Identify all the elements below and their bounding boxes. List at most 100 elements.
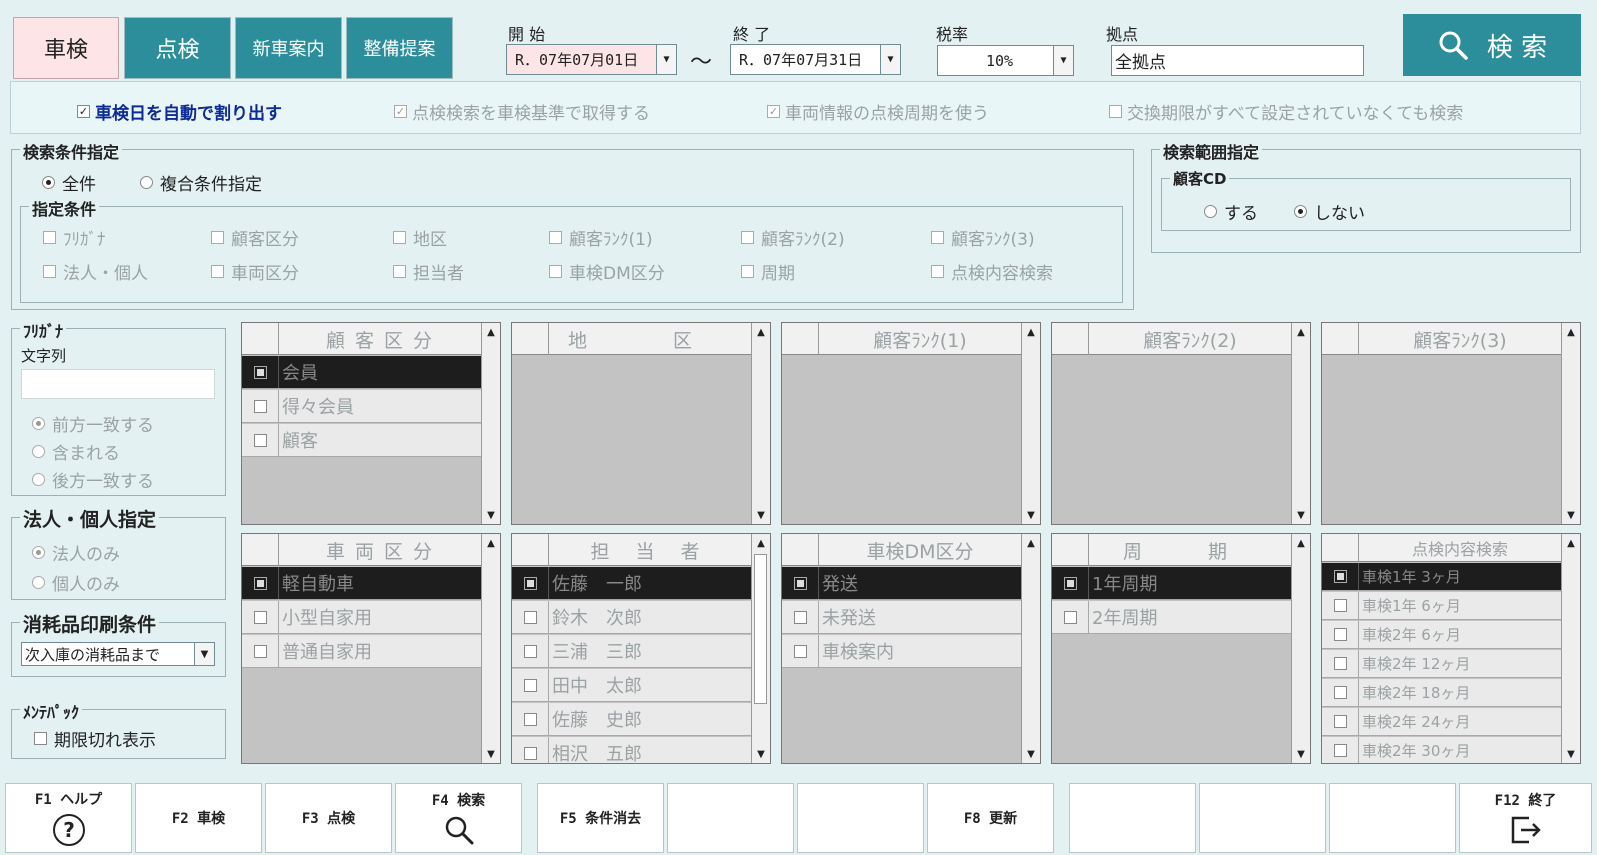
rank2-list[interactable]: 顧客ﾗﾝｸ(2) ▲ ▼ — [1051, 322, 1311, 525]
list-item[interactable]: 会員 — [242, 356, 482, 389]
checkbox[interactable] — [211, 231, 224, 244]
list-item[interactable]: 車検1年 3ヶ月 — [1322, 563, 1562, 591]
radio-button[interactable] — [1294, 205, 1307, 218]
consumables-select[interactable]: 次入庫の消耗品まで ▼ — [21, 642, 215, 666]
checkbox[interactable] — [523, 576, 537, 590]
f12-exit-button[interactable]: F12 終了 — [1459, 783, 1592, 853]
list-item[interactable]: 得々会員 — [242, 390, 482, 423]
radio-button[interactable] — [42, 176, 55, 189]
f1-help-button[interactable]: F1 ヘルプ ? — [5, 783, 132, 853]
end-date-select[interactable]: R．07年07月31日 ▼ — [730, 44, 901, 75]
checkbox[interactable] — [1063, 576, 1077, 590]
checkbox[interactable] — [793, 576, 807, 590]
checkbox[interactable]: ✓ — [77, 105, 90, 118]
scrollbar[interactable]: ▲ ▼ — [1291, 323, 1310, 524]
radio-button[interactable] — [140, 176, 153, 189]
scroll-up-icon[interactable]: ▲ — [752, 323, 770, 341]
radio-button[interactable] — [32, 445, 45, 458]
scroll-down-icon[interactable]: ▼ — [1292, 745, 1310, 763]
checkbox[interactable] — [1333, 599, 1347, 612]
cond-customer-class[interactable]: 顧客区分 — [211, 225, 299, 250]
scrollbar[interactable]: ▲ ▼ — [1561, 323, 1580, 524]
scroll-down-icon[interactable]: ▼ — [482, 745, 500, 763]
f9-button[interactable] — [1069, 783, 1196, 853]
list-item[interactable]: 相沢 五郎 — [512, 737, 752, 763]
radio-prefix-match[interactable]: 前方一致する — [32, 411, 154, 436]
tab-maintenance-proposal[interactable]: 整備提案 — [346, 17, 453, 79]
scroll-up-icon[interactable]: ▲ — [1292, 323, 1310, 341]
rank3-list[interactable]: 顧客ﾗﾝｸ(3) ▲ ▼ — [1321, 322, 1581, 525]
list-item[interactable]: 2年周期 — [1052, 601, 1292, 634]
scroll-up-icon[interactable]: ▲ — [482, 323, 500, 341]
list-item[interactable]: 車検2年 18ヶ月 — [1322, 679, 1562, 707]
list-item[interactable]: 三浦 三郎 — [512, 635, 752, 668]
radio-button[interactable] — [1204, 205, 1217, 218]
checkbox[interactable] — [549, 265, 562, 278]
scrollbar[interactable]: ▲ ▼ — [1021, 534, 1040, 763]
expired-display-checkbox[interactable]: 期限切れ表示 — [34, 726, 156, 751]
rank1-list[interactable]: 顧客ﾗﾝｸ(1) ▲ ▼ — [781, 322, 1041, 525]
checkbox[interactable] — [1333, 715, 1347, 728]
chevron-down-icon[interactable]: ▼ — [656, 45, 676, 74]
cond-cycle[interactable]: 周期 — [741, 259, 795, 284]
f10-button[interactable] — [1199, 783, 1326, 853]
checkbox[interactable] — [1333, 744, 1347, 757]
checkbox[interactable] — [523, 644, 537, 658]
scroll-down-icon[interactable]: ▼ — [1292, 506, 1310, 524]
f8-update-button[interactable]: F8 更新 — [927, 783, 1054, 853]
chevron-down-icon[interactable]: ▼ — [880, 45, 900, 74]
radio-suffix-match[interactable]: 後方一致する — [32, 467, 154, 492]
scroll-up-icon[interactable]: ▲ — [1562, 534, 1580, 552]
list-item[interactable]: 車検2年 6ヶ月 — [1322, 621, 1562, 649]
checkbox[interactable] — [741, 231, 754, 244]
radio-range-no[interactable]: しない — [1294, 199, 1365, 224]
scrollbar[interactable]: ▲ ▼ — [481, 323, 500, 524]
scroll-up-icon[interactable]: ▲ — [1292, 534, 1310, 552]
scroll-up-icon[interactable]: ▲ — [1022, 323, 1040, 341]
radio-button[interactable] — [32, 546, 45, 559]
checkbox[interactable] — [1333, 686, 1347, 699]
tab-new-car-info[interactable]: 新車案内 — [235, 17, 342, 79]
checkbox[interactable] — [34, 732, 47, 745]
scrollbar[interactable]: ▲ ▼ — [1291, 534, 1310, 763]
checkbox[interactable] — [931, 265, 944, 278]
scrollbar[interactable]: ▲ ▼ — [1561, 534, 1580, 763]
list-item[interactable]: 車検1年 6ヶ月 — [1322, 592, 1562, 620]
scroll-up-icon[interactable]: ▲ — [1562, 323, 1580, 341]
checkbox[interactable] — [253, 610, 267, 624]
cond-dm-class[interactable]: 車検DM区分 — [549, 259, 665, 284]
checkbox[interactable] — [253, 399, 267, 413]
checkbox[interactable] — [393, 265, 406, 278]
search-button[interactable]: 検 索 — [1403, 14, 1581, 76]
vehicle-class-list[interactable]: 車 両 区 分 軽自動車 小型自家用 普通自家用 ▲ ▼ — [241, 533, 501, 764]
list-item[interactable]: 車検2年 30ヶ月 — [1322, 737, 1562, 763]
option-use-vehicle-cycle[interactable]: ✓ 車両情報の点検周期を使う — [767, 99, 989, 124]
checkbox[interactable] — [549, 231, 562, 244]
checkbox[interactable] — [523, 678, 537, 692]
list-item[interactable]: 佐藤 一郎 — [512, 567, 752, 600]
scrollbar[interactable]: ▲ ▼ — [481, 534, 500, 763]
scroll-down-icon[interactable]: ▼ — [752, 506, 770, 524]
cond-rank3[interactable]: 顧客ﾗﾝｸ(3) — [931, 225, 1035, 250]
f4-search-button[interactable]: F4 検索 — [395, 783, 522, 853]
list-item[interactable]: 普通自家用 — [242, 635, 482, 668]
f11-button[interactable] — [1329, 783, 1456, 853]
start-date-select[interactable]: R．07年07月01日 ▼ — [506, 44, 677, 75]
scroll-up-icon[interactable]: ▲ — [752, 534, 770, 552]
option-search-without-deadline[interactable]: 交換期限がすべて設定されていなくても検索 — [1109, 99, 1463, 124]
checkbox[interactable] — [931, 231, 944, 244]
list-item[interactable]: 田中 太郎 — [512, 669, 752, 702]
f5-clear-conditions-button[interactable]: F5 条件消去 — [537, 783, 664, 853]
radio-button[interactable] — [32, 576, 45, 589]
chevron-down-icon[interactable]: ▼ — [194, 643, 214, 665]
customer-class-list[interactable]: 顧 客 区 分 会員 得々会員 顧客 ▲ ▼ — [241, 322, 501, 525]
cond-vehicle-class[interactable]: 車両区分 — [211, 259, 299, 284]
checkbox[interactable] — [1063, 610, 1077, 624]
tax-rate-select[interactable]: 10% ▼ — [937, 45, 1074, 76]
radio-compound[interactable]: 複合条件指定 — [140, 170, 262, 195]
area-list[interactable]: 地 区 ▲ ▼ — [511, 322, 771, 525]
checkbox[interactable] — [793, 644, 807, 658]
cond-area[interactable]: 地区 — [393, 225, 447, 250]
scrollbar[interactable]: ▲ ▼ — [751, 534, 770, 763]
checkbox[interactable] — [793, 610, 807, 624]
